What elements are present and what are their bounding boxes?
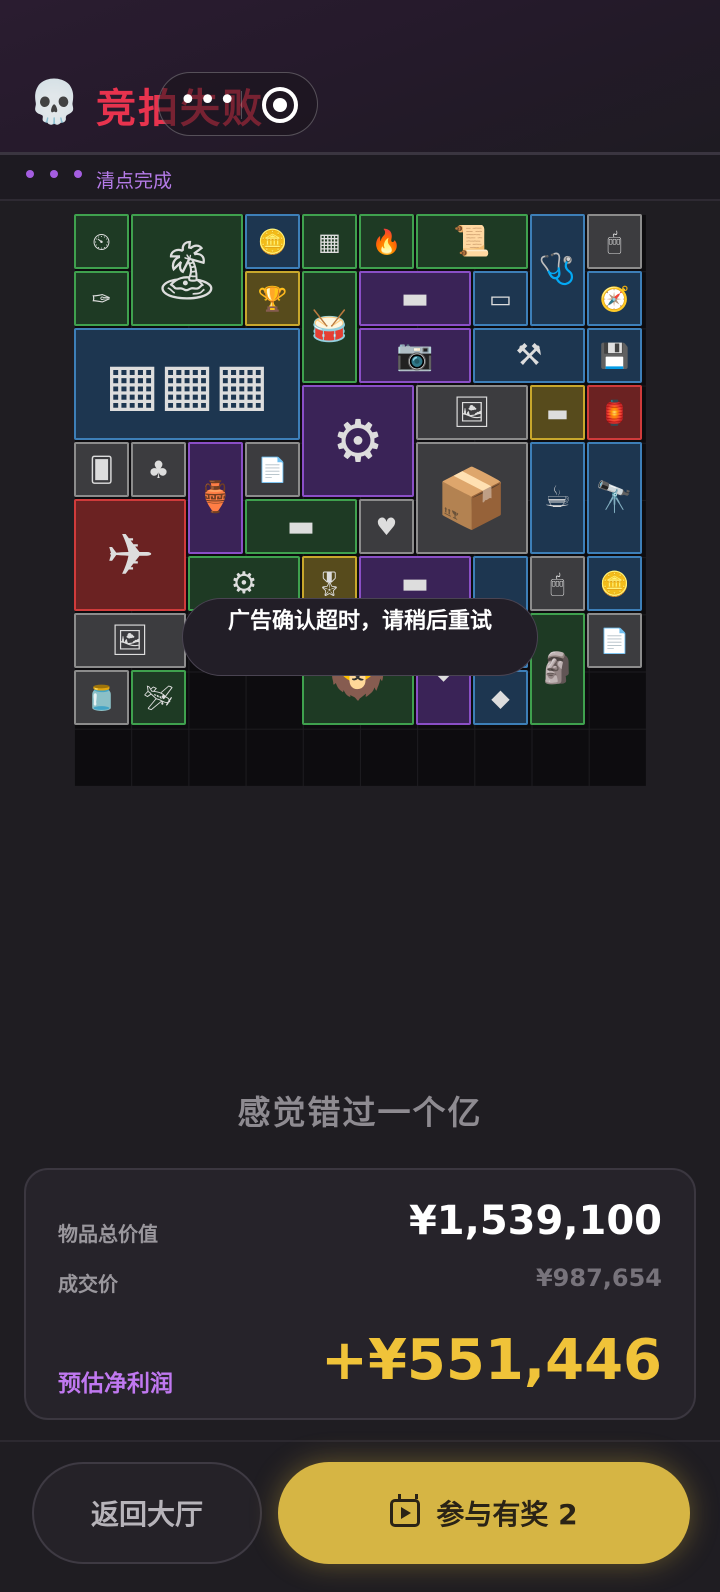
mouse-icon[interactable]: 🖱: [587, 214, 642, 269]
model-plane-icon[interactable]: 🛩: [131, 670, 186, 725]
playing-card-icon[interactable]: ♥: [359, 499, 414, 554]
lighter-icon[interactable]: 🔥: [359, 214, 414, 269]
ram-stick-icon[interactable]: ▬: [530, 385, 585, 440]
blue-item-icon[interactable]: ◆: [473, 670, 528, 725]
graphics-card-icon[interactable]: ▬: [359, 271, 471, 326]
reward-button-label: 参与有奖 2: [436, 1498, 578, 1531]
back-to-lobby-button[interactable]: 返回大厅: [32, 1462, 262, 1564]
drone-icon[interactable]: ✈: [74, 499, 186, 611]
skull-icon: 💀: [28, 77, 81, 126]
drum-icon[interactable]: 🥁: [302, 271, 357, 383]
stethoscope-icon[interactable]: 🩺: [530, 214, 585, 326]
candle-box-icon[interactable]: 📦: [416, 442, 528, 554]
lamp-icon[interactable]: 🏮: [587, 385, 642, 440]
footer-divider: [0, 1440, 720, 1442]
mini-program-capsule: •••: [158, 72, 318, 136]
reward-button[interactable]: 参与有奖 2: [278, 1462, 690, 1564]
mouse-icon[interactable]: 🖱: [530, 556, 585, 611]
coffee-pot-icon[interactable]: ☕: [530, 442, 585, 554]
playing-card-icon[interactable]: ♣: [131, 442, 186, 497]
statue-icon[interactable]: 🗿: [530, 613, 585, 725]
coin-icon[interactable]: 🪙: [245, 214, 300, 269]
net-profit-value: +¥551,446: [321, 1328, 662, 1393]
supplement-jar-icon[interactable]: 🫙: [74, 670, 129, 725]
net-profit-label: 预估净利润: [58, 1371, 173, 1397]
inventory-grid: ⏲ 🏝 🪙 ▦ 🔥 📜 🩺 🖱 ✑ 🏆 🥁 ▬ ▭ 🧭 ▦▦▦ 📷 ⚒ 💾 ⚙ …: [74, 214, 646, 786]
old-photo-icon[interactable]: 🖼: [416, 385, 528, 440]
papers-icon[interactable]: 📄: [587, 613, 642, 668]
progress-dots: [26, 170, 82, 178]
trophy-icon[interactable]: 🏆: [245, 271, 300, 326]
deal-price-label: 成交价: [58, 1272, 118, 1296]
painting-icon[interactable]: 🏝: [131, 214, 243, 326]
timeout-toast: 广告确认超时，请稍后重试: [182, 598, 538, 676]
document-icon[interactable]: 📜: [416, 214, 528, 269]
papers-icon[interactable]: 📄: [245, 442, 300, 497]
solar-panel-icon[interactable]: ▦▦▦: [74, 328, 300, 440]
more-dots-icon[interactable]: •••: [179, 86, 238, 116]
old-photo-icon[interactable]: 🖼: [74, 613, 186, 668]
summary-card: 物品总价值 ¥1,539,100 成交价 ¥987,654 预估净利润 +¥55…: [24, 1168, 696, 1420]
wood-plank-icon[interactable]: ▬: [245, 499, 357, 554]
deal-price-value: ¥987,654: [535, 1264, 662, 1292]
capsule-divider: [241, 91, 242, 119]
circular-saw-icon[interactable]: ⚙: [302, 385, 414, 497]
progress-status-text: 清点完成: [96, 170, 173, 192]
circuit-board-icon[interactable]: ▦: [302, 214, 357, 269]
ssd-icon[interactable]: ▭: [473, 271, 528, 326]
telescope-icon[interactable]: 🔭: [587, 442, 642, 554]
total-value: ¥1,539,100: [408, 1198, 662, 1244]
result-subtitle: 感觉错过一个亿: [237, 1093, 483, 1132]
rifle-icon[interactable]: ⚒: [473, 328, 585, 383]
camera-lens-icon[interactable]: 📷: [359, 328, 471, 383]
playing-card-icon[interactable]: 🂠: [74, 442, 129, 497]
target-circle-icon[interactable]: [262, 87, 298, 123]
compass-icon[interactable]: 🧭: [587, 271, 642, 326]
coin-icon[interactable]: 🪙: [587, 556, 642, 611]
tweezers-icon[interactable]: ✑: [74, 271, 129, 326]
hookah-icon[interactable]: 🏺: [188, 442, 243, 554]
gauge-icon[interactable]: ⏲: [74, 214, 129, 269]
total-value-label: 物品总价值: [58, 1222, 158, 1246]
video-calendar-icon: [390, 1494, 421, 1527]
card-reader-icon[interactable]: 💾: [587, 328, 642, 383]
